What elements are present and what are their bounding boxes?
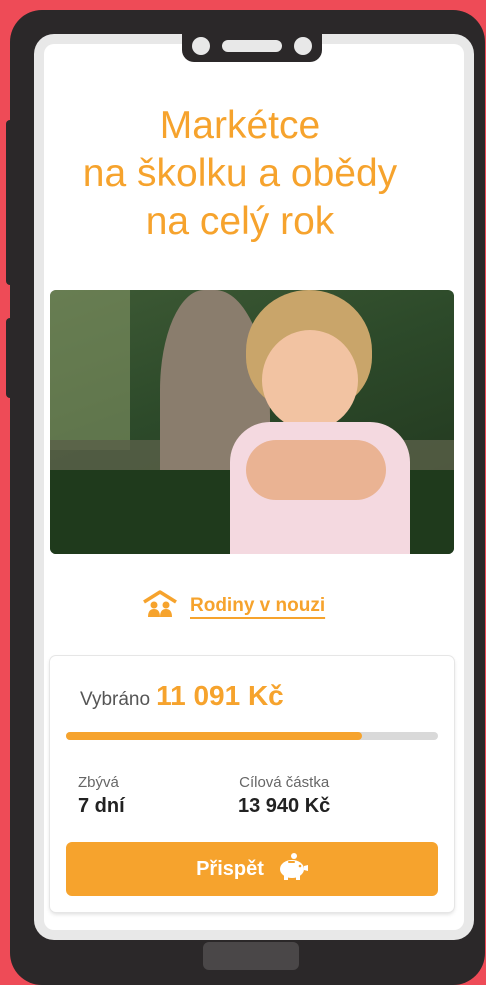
donate-label: Přispět xyxy=(196,857,264,880)
donate-button[interactable]: Přispět xyxy=(66,842,438,896)
remaining-value: 7 dní xyxy=(78,795,125,817)
raised-summary: Vybráno 11 091 Kč xyxy=(80,680,284,712)
family-house-icon xyxy=(140,588,180,624)
remaining-stat: Zbývá 7 dní xyxy=(78,774,125,818)
phone-notch xyxy=(182,28,322,62)
target-stat: Cílová částka 13 940 Kč xyxy=(238,774,330,818)
target-label: Cílová částka xyxy=(239,774,330,791)
funding-card: Vybráno 11 091 Kč Zbývá 7 dní Cílová část… xyxy=(50,656,454,912)
category-label: Rodiny v nouzi xyxy=(190,595,326,616)
campaign-title-line: na školku a obědy xyxy=(82,152,398,195)
campaign-title-line: na celý rok xyxy=(145,200,335,243)
home-button xyxy=(203,942,299,970)
campaign-title-line: Markétce xyxy=(159,104,321,147)
target-value: 13 940 Kč xyxy=(238,795,331,817)
campaign-title: Markétce na školku a obědy na celý rok xyxy=(40,102,440,246)
raised-amount: 11 091 Kč xyxy=(156,680,284,711)
funding-progress-bar xyxy=(66,732,438,740)
sensor-icon xyxy=(294,37,312,55)
camera-icon xyxy=(192,37,210,55)
category-link[interactable]: Rodiny v nouzi xyxy=(140,590,325,622)
campaign-photo xyxy=(50,290,454,554)
funding-progress-fill xyxy=(66,732,362,740)
speaker-icon xyxy=(222,40,282,52)
raised-label: Vybráno xyxy=(80,689,151,710)
piggy-bank-icon xyxy=(276,852,308,886)
remaining-label: Zbývá xyxy=(78,774,119,791)
